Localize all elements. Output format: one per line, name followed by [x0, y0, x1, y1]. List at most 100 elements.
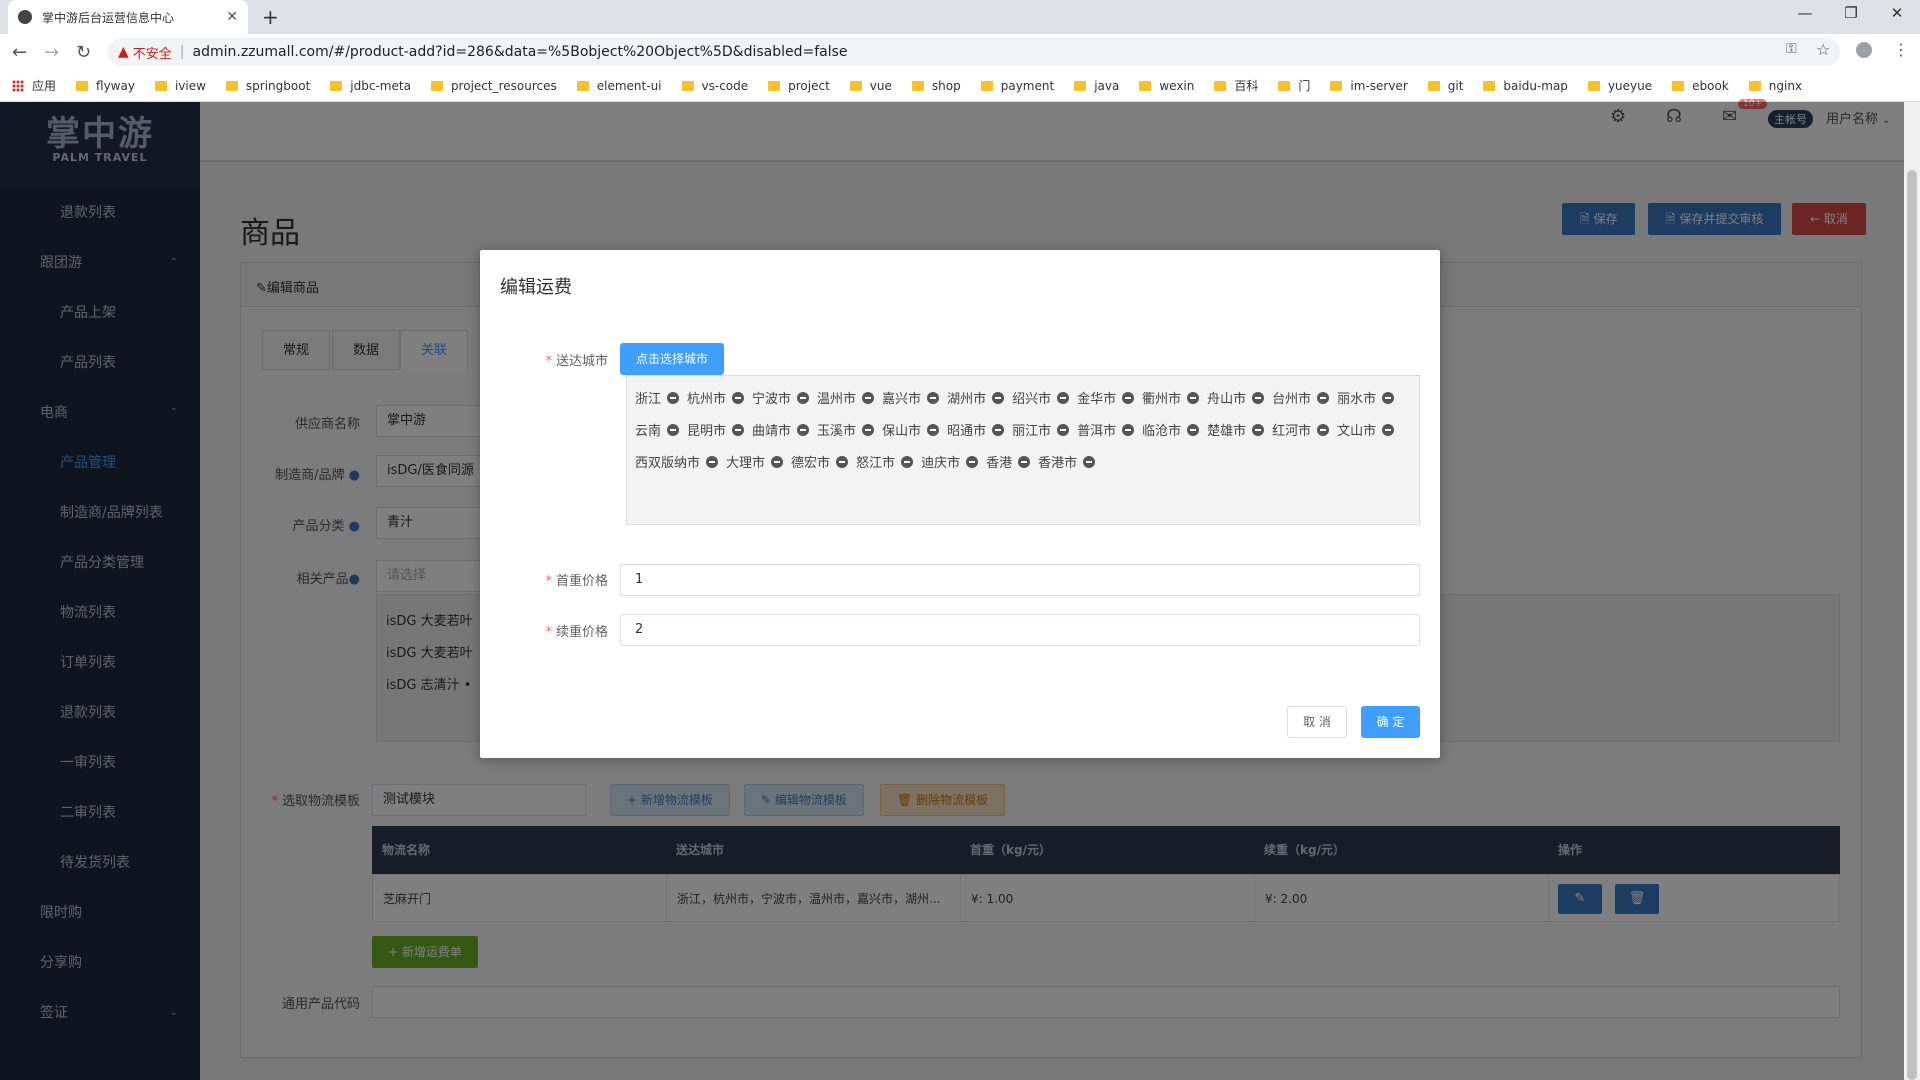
dialog-title: 编辑运费 [500, 277, 572, 298]
city-tag: 红河市 [1272, 416, 1330, 448]
remove-city-icon[interactable] [1018, 456, 1031, 468]
remove-city-icon[interactable] [1317, 424, 1330, 436]
bookmark-item[interactable]: flyway [76, 79, 135, 93]
menu-icon[interactable]: ⋮ [1893, 40, 1909, 59]
extra-weight-input[interactable]: 2 [620, 614, 1420, 646]
city-tag: 金华市 [1077, 384, 1135, 416]
apps-bookmark[interactable]: 应用 [12, 77, 56, 94]
remove-city-icon[interactable] [992, 424, 1005, 436]
bookmark-label: java [1094, 78, 1120, 93]
bookmark-item[interactable]: 百科 [1214, 77, 1258, 94]
remove-city-icon[interactable] [1317, 392, 1330, 404]
city-name: 云南 [635, 424, 662, 439]
city-tag: 迪庆市 [921, 448, 979, 480]
extra-weight-label-text: 续重价格 [555, 625, 608, 640]
remove-city-icon[interactable] [706, 456, 719, 468]
folder-icon [1483, 80, 1496, 91]
bookmark-item[interactable]: project [768, 79, 830, 93]
bookmark-item[interactable]: payment [980, 79, 1054, 93]
restore-icon[interactable]: ❐ [1828, 4, 1874, 22]
remove-city-icon[interactable] [771, 456, 784, 468]
bookmark-label: shop [931, 78, 961, 93]
bookmark-label: nginx [1768, 78, 1803, 93]
bookmark-item[interactable]: java [1074, 79, 1119, 93]
required-mark: * [545, 625, 552, 640]
back-icon[interactable]: ← [12, 42, 27, 63]
bookmark-item[interactable]: springboot [225, 79, 310, 93]
bookmark-label: flyway [96, 78, 135, 93]
remove-city-icon[interactable] [927, 392, 940, 404]
bookmark-item[interactable]: project_resources [430, 79, 557, 93]
city-tag: 台州市 [1272, 384, 1330, 416]
remove-city-icon[interactable] [1252, 424, 1265, 436]
reload-icon[interactable]: ↻ [76, 42, 91, 63]
bookmark-item[interactable]: im-server [1330, 78, 1408, 93]
remove-city-icon[interactable] [797, 392, 810, 404]
key-icon[interactable]: ⚿ [1786, 41, 1797, 57]
city-name: 舟山市 [1207, 392, 1247, 407]
bookmark-label: wexin [1159, 78, 1195, 93]
bookmark-item[interactable]: vue [849, 78, 892, 93]
forward-icon[interactable]: → [44, 42, 59, 63]
bookmark-item[interactable]: yueyue [1587, 79, 1652, 93]
star-icon[interactable]: ☆ [1816, 40, 1830, 59]
city-tag: 香港市 [1038, 448, 1096, 480]
bookmark-item[interactable]: element-ui [576, 79, 662, 93]
bookmark-item[interactable]: vs-code [681, 79, 748, 93]
remove-city-icon[interactable] [732, 392, 745, 404]
remove-city-icon[interactable] [1122, 424, 1135, 436]
city-name: 曲靖市 [752, 424, 792, 439]
remove-city-icon[interactable] [862, 392, 875, 404]
remove-city-icon[interactable] [732, 424, 745, 436]
url-text: admin.zzumall.com/#/product-add?id=286&d… [192, 44, 848, 60]
remove-city-icon[interactable] [992, 392, 1005, 404]
remove-city-icon[interactable] [1187, 424, 1200, 436]
folder-icon [1748, 80, 1761, 91]
bookmark-item[interactable]: iview [154, 79, 206, 93]
bookmark-item[interactable]: ebook [1672, 79, 1729, 93]
bookmark-item[interactable]: nginx [1748, 78, 1803, 93]
bookmark-item[interactable]: jdbc-meta [330, 79, 411, 93]
remove-city-icon[interactable] [1083, 456, 1096, 468]
remove-city-icon[interactable] [1382, 392, 1395, 404]
new-tab-icon[interactable]: + [262, 5, 279, 29]
pick-city-button[interactable]: 点击选择城市 [620, 343, 725, 375]
remove-city-icon[interactable] [836, 456, 849, 468]
remove-city-icon[interactable] [1382, 424, 1395, 436]
remove-city-icon[interactable] [966, 456, 979, 468]
minimize-icon[interactable]: — [1782, 4, 1828, 22]
city-tag: 临沧市 [1142, 416, 1200, 448]
bookmark-item[interactable]: baidu-map [1483, 79, 1568, 93]
city-tag: 大理市 [726, 448, 784, 480]
city-name: 德宏市 [791, 456, 831, 471]
remove-city-icon[interactable] [1057, 392, 1070, 404]
bookmark-item[interactable]: git [1427, 79, 1463, 93]
city-tag: 云南 [635, 416, 680, 448]
close-tab-icon[interactable]: ✕ [226, 9, 238, 25]
remove-city-icon[interactable] [1252, 392, 1265, 404]
remove-city-icon[interactable] [1187, 392, 1200, 404]
remove-city-icon[interactable] [1122, 392, 1135, 404]
bookmark-item[interactable]: 门 [1278, 77, 1310, 94]
city-name: 楚雄市 [1207, 424, 1247, 439]
remove-city-icon[interactable] [862, 424, 875, 436]
profile-icon[interactable] [1856, 42, 1872, 58]
dialog-cancel-button[interactable]: 取 消 [1287, 706, 1347, 738]
remove-city-icon[interactable] [901, 456, 914, 468]
bookmark-item[interactable]: shop [911, 78, 961, 93]
url-field[interactable]: ▲ 不安全 | admin.zzumall.com/#/product-add?… [108, 38, 1840, 66]
remove-city-icon[interactable] [667, 424, 680, 436]
scrollbar-thumb[interactable] [1907, 170, 1917, 1080]
bookmark-item[interactable]: wexin [1139, 79, 1194, 93]
remove-city-icon[interactable] [797, 424, 810, 436]
bookmark-label: vue [869, 78, 892, 93]
remove-city-icon[interactable] [667, 392, 680, 404]
first-weight-input[interactable]: 1 [620, 564, 1420, 596]
remove-city-icon[interactable] [1057, 424, 1070, 436]
city-tag: 文山市 [1337, 416, 1395, 448]
close-window-icon[interactable]: ✕ [1874, 4, 1920, 22]
dialog-ok-button[interactable]: 确 定 [1361, 706, 1420, 738]
remove-city-icon[interactable] [927, 424, 940, 436]
browser-tab[interactable]: 掌中游后台运营信息中心 ✕ [8, 0, 248, 34]
bookmark-label: im-server [1350, 78, 1408, 93]
